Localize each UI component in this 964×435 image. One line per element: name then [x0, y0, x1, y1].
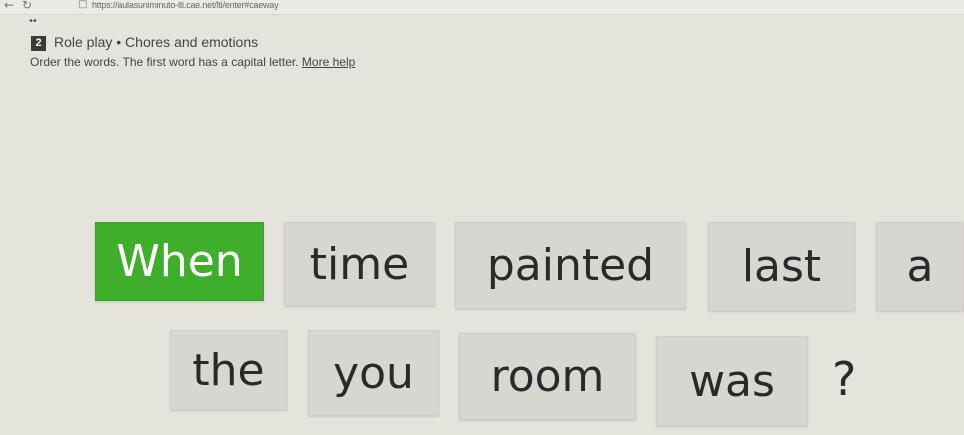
- word-tile-time[interactable]: time: [284, 222, 435, 306]
- reload-icon[interactable]: ↻: [22, 0, 32, 12]
- activity-title: Role play • Chores and emotions: [54, 34, 259, 50]
- word-tile-last[interactable]: last: [708, 222, 855, 311]
- page-info-icon[interactable]: □: [78, 0, 87, 10]
- instructions-text: Order the words. The first word has a ca…: [30, 55, 299, 69]
- word-tile-the[interactable]: the: [170, 330, 287, 410]
- activity-number-badge: 2: [31, 36, 46, 51]
- drag-dots-icon: ••: [28, 16, 38, 27]
- word-tile-painted[interactable]: painted: [455, 222, 686, 309]
- word-tile-a[interactable]: a: [876, 222, 964, 311]
- word-tile-was[interactable]: was: [656, 336, 808, 426]
- arrow-left-icon[interactable]: ←: [4, 0, 14, 12]
- more-help-link[interactable]: More help: [302, 55, 355, 69]
- word-tile-you[interactable]: you: [308, 330, 439, 416]
- question-mark: ?: [832, 352, 857, 406]
- url-text[interactable]: https://aulasuniminuto-lti.cae.net/lti/e…: [92, 0, 279, 10]
- instructions: Order the words. The first word has a ca…: [30, 55, 355, 69]
- word-tile-when[interactable]: When: [95, 222, 264, 301]
- word-tile-room[interactable]: room: [459, 333, 636, 420]
- browser-address-bar: ← ↻ □ https://aulasuniminuto-lti.cae.net…: [0, 0, 964, 15]
